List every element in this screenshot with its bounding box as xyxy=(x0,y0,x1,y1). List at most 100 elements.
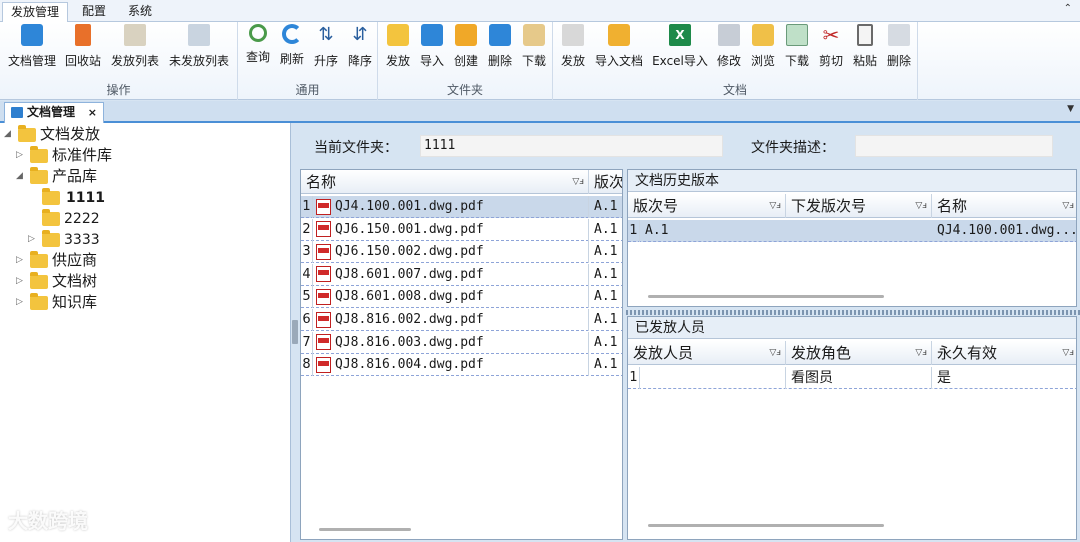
table-row[interactable]: 4 QJ8.601.007.dwg.pdf A.1 xyxy=(301,263,622,286)
trash-icon xyxy=(75,24,91,46)
pdf-icon xyxy=(316,243,331,260)
table-row[interactable]: 6 QJ8.816.002.dwg.pdf A.1 xyxy=(301,309,622,331)
filter-icon[interactable]: ▽ⅎ xyxy=(1062,194,1074,218)
expand-icon[interactable]: ▷ xyxy=(28,229,40,250)
horizontal-scrollbar[interactable] xyxy=(648,524,884,527)
folder-description-field[interactable] xyxy=(855,135,1053,157)
doc-download-button[interactable]: 下载 xyxy=(781,24,813,72)
tree-node-3333[interactable]: ▷ 3333 xyxy=(28,229,100,250)
issued-persons-panel: 已发放人员 发放人员 ▽ⅎ 发放角色 ▽ⅎ 永久有效 ▽ⅎ 1 看图员 是 xyxy=(627,316,1077,540)
group-label-document: 文档 xyxy=(722,83,747,97)
tree-node-root[interactable]: ◢ 文档发放 xyxy=(4,124,100,145)
table-row[interactable]: 1 QJ4.100.001.dwg.pdf A.1 xyxy=(301,196,622,218)
tree-node-doc-tree[interactable]: ▷ 文档树 xyxy=(16,271,97,292)
download-arrow-icon xyxy=(421,24,443,46)
tree-node-supplier[interactable]: ▷ 供应商 xyxy=(16,250,97,271)
horizontal-scrollbar[interactable] xyxy=(319,528,411,531)
folder-delete-button[interactable]: 删除 xyxy=(484,24,516,72)
document-grid: 名称 ▽ⅎ 版次 1 QJ4.100.001.dwg.pdf A.1 2 QJ6.150… xyxy=(300,169,623,540)
paste-button[interactable]: 粘贴 xyxy=(849,24,881,72)
filter-icon[interactable]: ▽ⅎ xyxy=(572,170,584,194)
doc-browse-button[interactable]: 浏览 xyxy=(747,24,779,72)
sort-asc-icon: ⇅ xyxy=(318,24,334,45)
table-row[interactable]: 1 看图员 是 xyxy=(628,367,1076,389)
doc-delete-icon xyxy=(888,24,910,46)
folder-download-icon xyxy=(523,24,545,46)
table-row[interactable]: 5 QJ8.601.008.dwg.pdf A.1 xyxy=(301,286,622,309)
tree-node-product-library[interactable]: ◢ 产品库 xyxy=(16,166,97,187)
table-row[interactable]: 1 A.1 QJ4.100.001.dwg... xyxy=(628,220,1076,242)
folder-icon xyxy=(30,166,48,184)
filter-icon[interactable]: ▽ⅎ xyxy=(915,341,927,365)
cut-button[interactable]: ✂ 剪切 xyxy=(815,24,847,72)
query-button[interactable]: 查询 xyxy=(242,24,274,72)
table-row[interactable]: 7 QJ8.816.003.dwg.pdf A.1 xyxy=(301,331,622,354)
ribbon-group-document: 发放 导入文档 X Excel导入 修改 浏览 下载 ✂ 剪切 粘贴 删除 文档 xyxy=(553,22,918,100)
filter-icon[interactable]: ▽ⅎ xyxy=(915,194,927,218)
sort-desc-button[interactable]: ⇵ 降序 xyxy=(344,24,376,72)
horizontal-splitter[interactable] xyxy=(626,310,1080,315)
ribbon: 文档管理 回收站 发放列表 未发放列表 操作 查询 刷新 ⇅ 升序 ⇵ 降序 通… xyxy=(0,22,1080,100)
expand-icon[interactable]: ▷ xyxy=(16,292,28,313)
filter-icon[interactable]: ▽ⅎ xyxy=(769,194,781,218)
table-row[interactable]: 3 QJ6.150.002.dwg.pdf A.1 xyxy=(301,241,622,264)
tab-issue-management[interactable]: 发放管理 xyxy=(2,2,69,23)
sort-desc-icon: ⇵ xyxy=(352,24,368,45)
unissued-list-button[interactable]: 未发放列表 xyxy=(166,24,232,72)
ribbon-collapse-icon[interactable]: ⌃ xyxy=(1064,3,1072,14)
folder-icon xyxy=(30,292,48,310)
table-row[interactable]: 2 QJ6.150.001.dwg.pdf A.1 xyxy=(301,218,622,241)
document-tab-strip: 文档管理 × ▼ xyxy=(0,101,1080,123)
collapse-icon[interactable]: ◢ xyxy=(16,166,28,187)
doc-edit-button[interactable]: 修改 xyxy=(713,24,745,72)
folder-download-button[interactable]: 下载 xyxy=(518,24,550,72)
tree-node-knowledge-base[interactable]: ▷ 知识库 xyxy=(16,292,97,313)
tab-config[interactable]: 配置 xyxy=(74,2,114,22)
doc-delete-button[interactable]: 删除 xyxy=(883,24,915,72)
folder-import-button[interactable]: 导入 xyxy=(416,24,448,72)
current-folder-field[interactable]: 1111 xyxy=(420,135,723,157)
column-header-issue-version[interactable]: 下发版次号 ▽ⅎ xyxy=(786,194,932,218)
excel-import-button[interactable]: X Excel导入 xyxy=(649,24,711,72)
column-header-history-name[interactable]: 名称 ▽ⅎ xyxy=(932,194,1076,218)
folder-description-label: 文件夹描述： xyxy=(751,140,835,156)
column-header-version[interactable]: 版次 xyxy=(589,170,622,194)
column-header-permanent[interactable]: 永久有效 ▽ⅎ xyxy=(932,341,1076,365)
scissors-icon: ✂ xyxy=(822,23,840,47)
folder-icon xyxy=(30,250,48,268)
issued-panel-title: 已发放人员 xyxy=(628,317,1076,339)
folder-issue-button[interactable]: 发放 xyxy=(382,24,414,72)
horizontal-scrollbar[interactable] xyxy=(648,295,884,298)
issue-list-button[interactable]: 发放列表 xyxy=(108,24,162,72)
folder-create-button[interactable]: 创建 xyxy=(450,24,482,72)
filter-icon[interactable]: ▽ⅎ xyxy=(769,341,781,365)
expand-icon[interactable]: ▷ xyxy=(16,145,28,166)
filter-icon[interactable]: ▽ⅎ xyxy=(1062,341,1074,365)
recycle-bin-button[interactable]: 回收站 xyxy=(62,24,104,72)
column-header-issued-person[interactable]: 发放人员 ▽ⅎ xyxy=(628,341,786,365)
tree-node-1111[interactable]: 1111 xyxy=(28,187,107,208)
history-panel: 文档历史版本 版次号 ▽ⅎ 下发版次号 ▽ⅎ 名称 ▽ⅎ 1 A.1 QJ4.1… xyxy=(627,169,1077,307)
pdf-icon xyxy=(316,356,331,373)
close-icon[interactable]: × xyxy=(88,103,97,122)
tab-list-dropdown-icon[interactable]: ▼ xyxy=(1067,104,1074,114)
refresh-button[interactable]: 刷新 xyxy=(276,24,308,72)
doc-tab-document-management[interactable]: 文档管理 × xyxy=(4,102,104,123)
tree-node-2222[interactable]: 2222 xyxy=(28,208,100,229)
sort-asc-button[interactable]: ⇅ 升序 xyxy=(310,24,342,72)
vertical-splitter-handle[interactable] xyxy=(292,320,298,344)
doc-issue-button[interactable]: 发放 xyxy=(557,24,589,72)
table-row[interactable]: 8 QJ8.816.004.dwg.pdf A.1 xyxy=(301,354,622,377)
column-header-name[interactable]: 名称 ▽ⅎ xyxy=(301,170,589,194)
doc-manage-button[interactable]: 文档管理 xyxy=(6,24,58,72)
tab-system[interactable]: 系统 xyxy=(120,2,160,22)
doc-import-button[interactable]: 导入文档 xyxy=(593,24,645,72)
column-header-issue-role[interactable]: 发放角色 ▽ⅎ xyxy=(786,341,932,365)
tree-node-standard-parts[interactable]: ▷ 标准件库 xyxy=(16,145,112,166)
expand-icon[interactable]: ▷ xyxy=(16,250,28,271)
doc-send-icon xyxy=(562,24,584,46)
collapse-icon[interactable]: ◢ xyxy=(4,124,16,145)
column-header-version-no[interactable]: 版次号 ▽ⅎ xyxy=(628,194,786,218)
folder-icon xyxy=(42,229,60,247)
expand-icon[interactable]: ▷ xyxy=(16,271,28,292)
